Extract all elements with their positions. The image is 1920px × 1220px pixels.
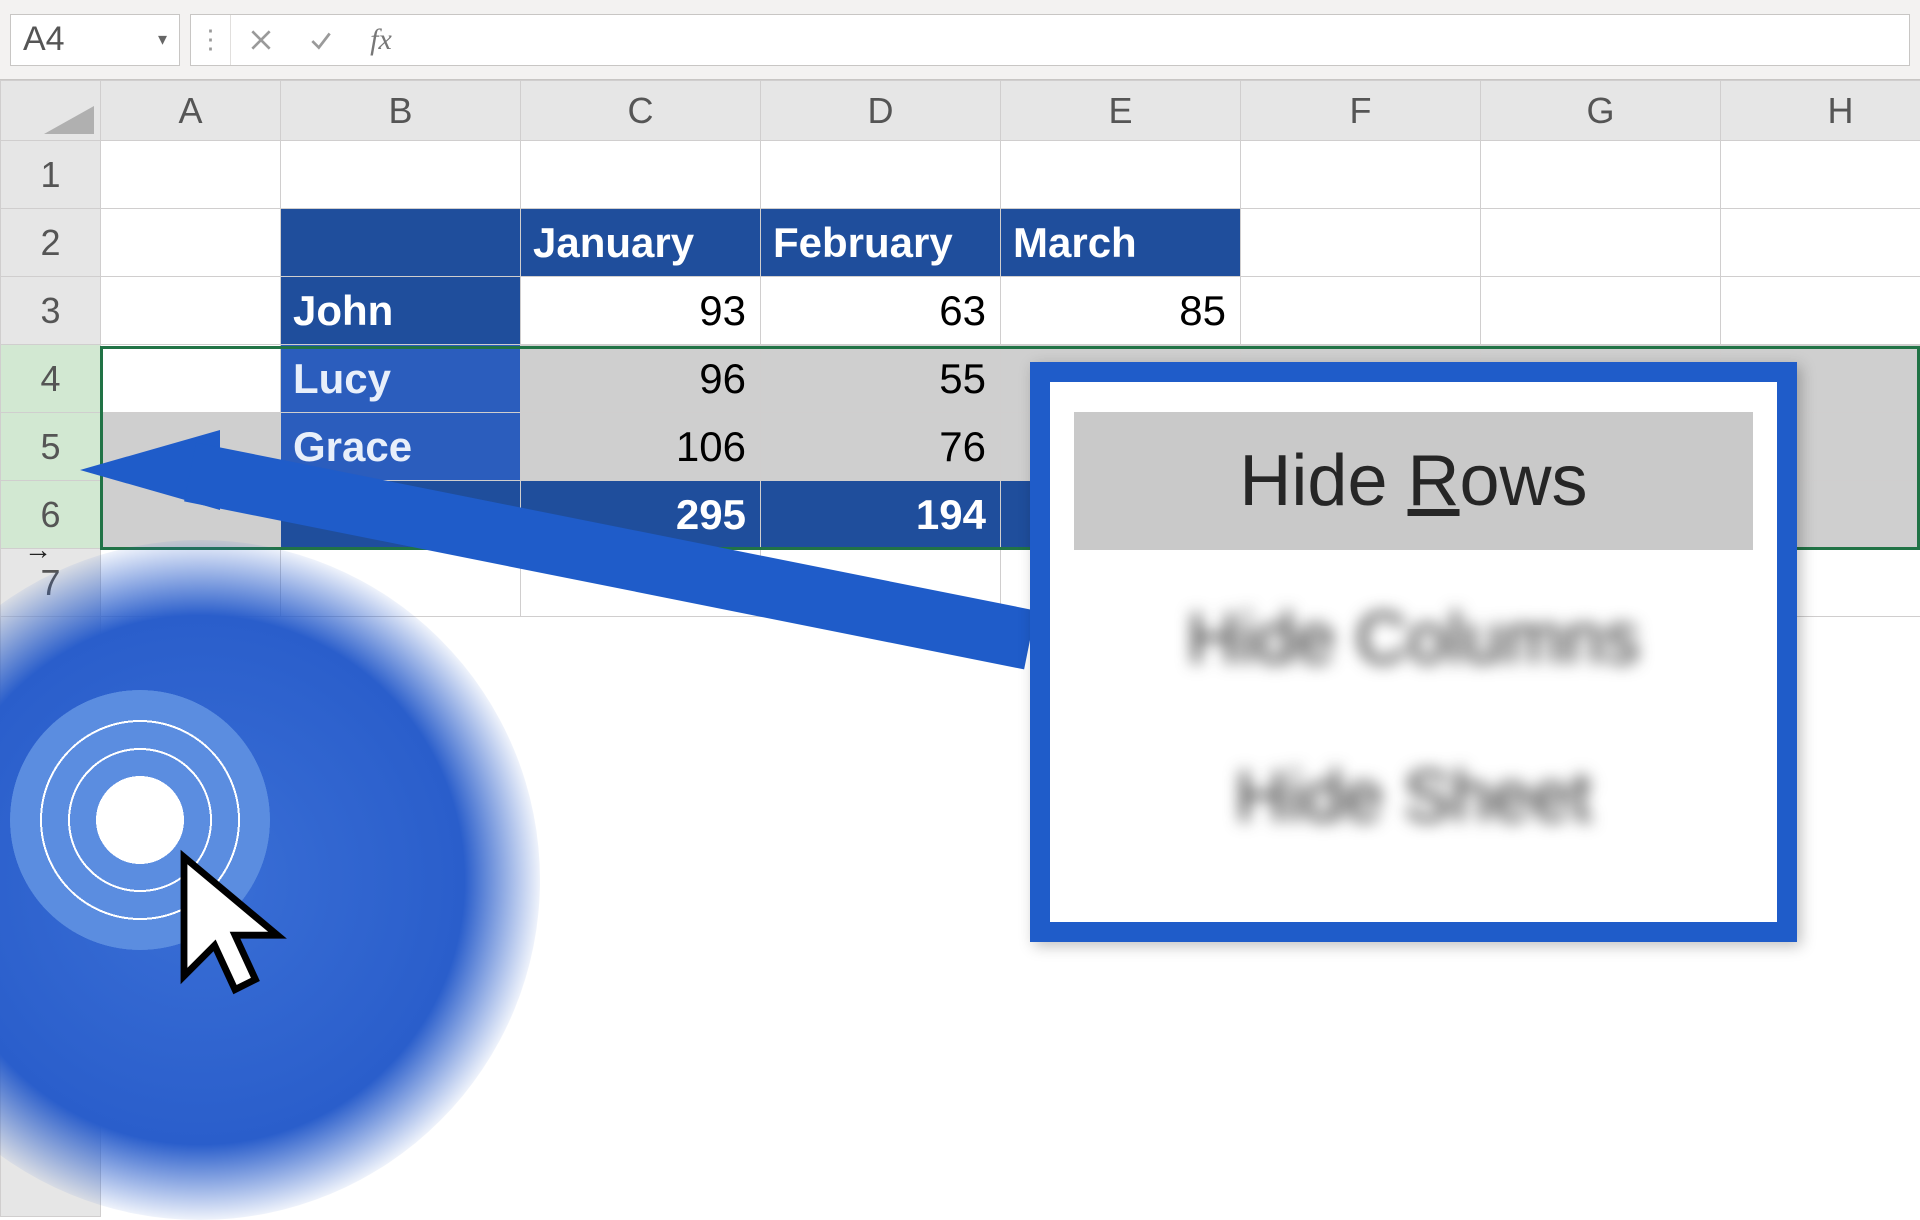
col-header-F[interactable]: F — [1241, 81, 1481, 141]
cell-C7[interactable] — [521, 549, 761, 617]
name-box[interactable]: A4 ▾ — [10, 14, 180, 66]
x-icon — [248, 27, 274, 53]
col-header-C[interactable]: C — [521, 81, 761, 141]
cancel-button[interactable] — [231, 15, 291, 65]
cell-B1[interactable] — [281, 141, 521, 209]
cell-B2[interactable] — [281, 209, 521, 277]
menu-item-hide-sheet[interactable]: Hide Sheet — [1074, 728, 1753, 866]
cell-E1[interactable] — [1001, 141, 1241, 209]
cell-A6[interactable] — [101, 481, 281, 549]
col-header-D[interactable]: D — [761, 81, 1001, 141]
row-header-2[interactable]: 2 — [1, 209, 101, 277]
cell-A4[interactable] — [101, 345, 281, 413]
fx-label: fx — [360, 23, 402, 57]
hide-menu-popup: Hide Rows Hide Columns Hide Sheet — [1030, 362, 1797, 942]
cursor-icon — [150, 840, 320, 1010]
formula-input-group: ⋮ fx — [190, 14, 1910, 66]
cell-F3[interactable] — [1241, 277, 1481, 345]
formula-bar: A4 ▾ ⋮ fx — [0, 0, 1920, 80]
cell-F1[interactable] — [1241, 141, 1481, 209]
cell-H2[interactable] — [1721, 209, 1920, 277]
col-header-A[interactable]: A — [101, 81, 281, 141]
formula-input[interactable] — [411, 15, 1909, 65]
menu-item-hide-columns[interactable]: Hide Columns — [1074, 570, 1753, 708]
cell-D6[interactable]: 194 — [761, 481, 1001, 549]
cell-H1[interactable] — [1721, 141, 1920, 209]
row-header-4[interactable]: 4 — [1, 345, 101, 413]
col-header-E[interactable]: E — [1001, 81, 1241, 141]
name-box-dropdown-icon[interactable]: ▾ — [158, 29, 167, 50]
col-header-G[interactable]: G — [1481, 81, 1721, 141]
cell-E3[interactable]: 85 — [1001, 277, 1241, 345]
cell-D7[interactable] — [761, 549, 1001, 617]
fx-button[interactable]: fx — [351, 15, 411, 65]
enter-button[interactable] — [291, 15, 351, 65]
col-header-H[interactable]: H — [1721, 81, 1920, 141]
cell-D2[interactable]: February — [761, 209, 1001, 277]
cell-C1[interactable] — [521, 141, 761, 209]
cell-G2[interactable] — [1481, 209, 1721, 277]
row-resize-icon[interactable]: → — [24, 534, 52, 566]
menu-label: Hide Columns — [1187, 599, 1639, 679]
cell-D1[interactable] — [761, 141, 1001, 209]
select-all-corner[interactable] — [1, 81, 101, 141]
menu-item-hide-rows[interactable]: Hide Rows — [1074, 412, 1753, 550]
cell-E2[interactable]: March — [1001, 209, 1241, 277]
cell-C4[interactable]: 96 — [521, 345, 761, 413]
check-icon — [308, 27, 334, 53]
col-header-B[interactable]: B — [281, 81, 521, 141]
cell-D5[interactable]: 76 — [761, 413, 1001, 481]
cell-H3[interactable] — [1721, 277, 1920, 345]
formula-separator: ⋮ — [191, 15, 231, 65]
cell-A1[interactable] — [101, 141, 281, 209]
cell-D4[interactable]: 55 — [761, 345, 1001, 413]
cell-A5[interactable] — [101, 413, 281, 481]
cell-C2[interactable]: January — [521, 209, 761, 277]
cell-C3[interactable]: 93 — [521, 277, 761, 345]
cell-G3[interactable] — [1481, 277, 1721, 345]
menu-label: Hide Rows — [1239, 441, 1587, 521]
menu-label: Hide Sheet — [1235, 757, 1591, 837]
cell-B5[interactable]: Grace — [281, 413, 521, 481]
cell-B6[interactable] — [281, 481, 521, 549]
cell-C6[interactable]: 295 — [521, 481, 761, 549]
cell-A3[interactable] — [101, 277, 281, 345]
cell-B4[interactable]: Lucy — [281, 345, 521, 413]
cell-G1[interactable] — [1481, 141, 1721, 209]
cell-A2[interactable] — [101, 209, 281, 277]
row-header-5[interactable]: 5 — [1, 413, 101, 481]
cell-F2[interactable] — [1241, 209, 1481, 277]
row-header-3[interactable]: 3 — [1, 277, 101, 345]
row-header-1[interactable]: 1 — [1, 141, 101, 209]
name-box-value: A4 — [23, 20, 65, 59]
cell-C5[interactable]: 106 — [521, 413, 761, 481]
cell-B3[interactable]: John — [281, 277, 521, 345]
cell-D3[interactable]: 63 — [761, 277, 1001, 345]
